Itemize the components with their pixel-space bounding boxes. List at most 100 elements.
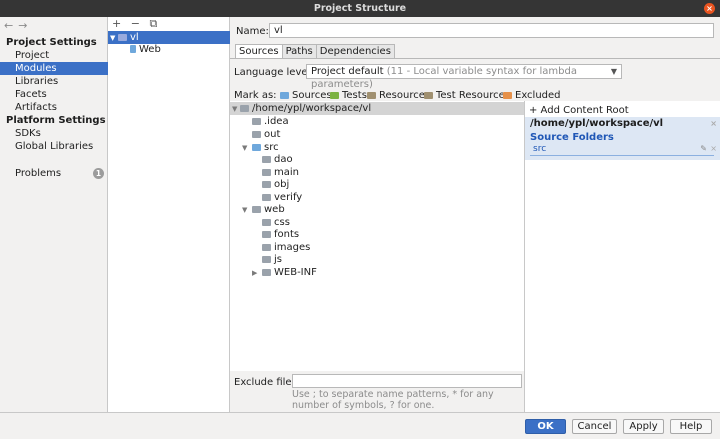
modules-toolbar: + − ⧉	[112, 17, 163, 30]
module-label: Web	[139, 44, 161, 55]
tree-node-web-inf[interactable]: ▶ WEB-INF	[252, 266, 317, 279]
apply-button[interactable]: Apply	[623, 419, 664, 434]
dialog-buttons: OK Cancel Apply Help	[0, 412, 720, 439]
remove-source-icon[interactable]: ×	[710, 144, 717, 153]
source-folder-item[interactable]: src	[533, 144, 546, 154]
exclude-files-label: Exclude files:	[234, 377, 301, 388]
tab-dependencies[interactable]: Dependencies	[315, 44, 395, 58]
folder-icon	[262, 231, 271, 238]
tree-node-label: /home/ypl/workspace/vl	[252, 103, 372, 114]
tree-node-fonts[interactable]: fonts	[262, 228, 299, 241]
tree-node-out[interactable]: out	[252, 128, 280, 141]
chevron-down-icon[interactable]: ▼	[242, 204, 252, 217]
help-button[interactable]: Help	[670, 419, 712, 434]
source-folders-section: Source Folders src ✎ ×	[525, 130, 720, 160]
copy-module-button[interactable]: ⧉	[149, 17, 157, 30]
tree-node-idea[interactable]: .idea	[252, 115, 289, 128]
close-icon[interactable]: ×	[704, 3, 715, 14]
sidebar-item-global-libraries[interactable]: Global Libraries	[0, 140, 108, 153]
nav-arrows: ←→	[4, 19, 32, 32]
module-icon	[118, 34, 127, 41]
ok-button[interactable]: OK	[525, 419, 566, 434]
tab-sources[interactable]: Sources	[235, 44, 283, 58]
mark-tests-button[interactable]: Tests	[330, 90, 367, 101]
tree-node-js[interactable]: js	[262, 253, 282, 266]
sidebar-item-project[interactable]: Project	[0, 49, 108, 62]
exclude-files-input[interactable]	[292, 374, 522, 388]
content-root-label: /home/ypl/workspace/vl	[530, 118, 664, 129]
module-tabs: Sources Paths Dependencies	[235, 44, 395, 58]
edit-pencil-icon[interactable]: ✎	[700, 144, 707, 153]
language-level-select[interactable]: Project default (11 - Local variable syn…	[306, 64, 622, 90]
section-project-settings: Project Settings	[6, 37, 97, 48]
mark-label: Tests	[342, 90, 367, 101]
sidebar-item-artifacts[interactable]: Artifacts	[0, 101, 108, 114]
mark-sources-button[interactable]: Sources	[280, 90, 332, 101]
name-field[interactable]: vl	[269, 23, 714, 38]
sidebar-item-libraries[interactable]: Libraries	[0, 75, 108, 88]
package-icon	[262, 169, 271, 176]
folder-icon	[252, 206, 261, 213]
web-facet-icon	[130, 45, 136, 53]
mark-test-resources-button[interactable]: Test Resources	[424, 90, 510, 101]
mark-excluded-button[interactable]: Excluded	[503, 90, 561, 101]
tree-node-label: obj	[274, 179, 290, 190]
tree-node-label: WEB-INF	[274, 267, 317, 278]
tree-node-web[interactable]: ▼ web	[242, 203, 285, 216]
tree-node-root[interactable]: ▼ /home/ypl/workspace/vl	[230, 102, 371, 115]
tree-node-label: fonts	[274, 229, 300, 240]
remove-module-button[interactable]: −	[131, 17, 140, 30]
settings-sidebar: ←→ Project Settings Project Modules Libr…	[0, 17, 108, 412]
tab-divider	[230, 58, 720, 59]
folder-icon	[262, 269, 271, 276]
sidebar-item-facets[interactable]: Facets	[0, 88, 108, 101]
source-underline	[530, 155, 714, 156]
mark-as-label: Mark as:	[234, 90, 277, 101]
module-item-vl[interactable]: ▼ vl	[108, 31, 230, 44]
sidebar-item-modules[interactable]: Modules	[0, 62, 108, 75]
cancel-button[interactable]: Cancel	[572, 419, 617, 434]
mark-resources-button[interactable]: Resources	[367, 90, 430, 101]
chevron-down-icon: ▼	[610, 67, 617, 76]
tree-node-label: js	[274, 254, 282, 265]
tree-node-label: .idea	[264, 116, 289, 127]
folder-icon	[252, 118, 261, 125]
package-icon	[262, 156, 271, 163]
mark-label: Test Resources	[436, 90, 510, 101]
chevron-down-icon[interactable]: ▼	[242, 142, 252, 155]
exclude-files-hint: Use ; to separate name patterns, * for a…	[292, 389, 494, 411]
tree-node-label: dao	[274, 154, 293, 165]
chevron-down-icon[interactable]: ▼	[230, 103, 240, 116]
modules-panel: + − ⧉ ▼ vl Web	[108, 17, 230, 412]
tree-node-label: out	[264, 129, 281, 140]
source-folders-header: Source Folders	[530, 132, 614, 143]
sidebar-item-sdks[interactable]: SDKs	[0, 127, 108, 140]
folder-icon	[262, 256, 271, 263]
tree-node-dao[interactable]: dao	[262, 153, 293, 166]
back-arrow-icon[interactable]: ←	[4, 19, 18, 32]
forward-arrow-icon[interactable]: →	[18, 19, 32, 32]
content-root-panel: + Add Content Root /home/ypl/workspace/v…	[524, 101, 720, 412]
mark-label: Resources	[379, 90, 431, 101]
sidebar-item-problems[interactable]: Problems	[0, 167, 108, 180]
tab-paths[interactable]: Paths	[281, 44, 317, 58]
problems-count-badge: 1	[93, 168, 104, 179]
add-content-root-button[interactable]: + Add Content Root	[529, 105, 629, 116]
tree-node-label: verify	[274, 192, 303, 203]
language-level-value: Project default	[311, 66, 384, 77]
resources-folder-icon	[367, 92, 376, 99]
folder-tree: ▼ /home/ypl/workspace/vl .idea out ▼ src d…	[230, 101, 524, 371]
package-icon	[262, 181, 271, 188]
module-item-web[interactable]: Web	[130, 43, 161, 56]
excluded-folder-icon	[503, 92, 512, 99]
add-module-button[interactable]: +	[112, 17, 121, 30]
tree-node-label: images	[274, 242, 311, 253]
tree-node-label: main	[274, 167, 299, 178]
module-label: vl	[130, 32, 139, 43]
chevron-down-icon[interactable]: ▼	[108, 32, 118, 45]
chevron-right-icon[interactable]: ▶	[252, 267, 262, 280]
tree-node-obj[interactable]: obj	[262, 178, 289, 191]
content-root-path[interactable]: /home/ypl/workspace/vl ×	[525, 117, 720, 130]
remove-root-icon[interactable]: ×	[710, 117, 717, 130]
tests-folder-icon	[330, 92, 339, 99]
